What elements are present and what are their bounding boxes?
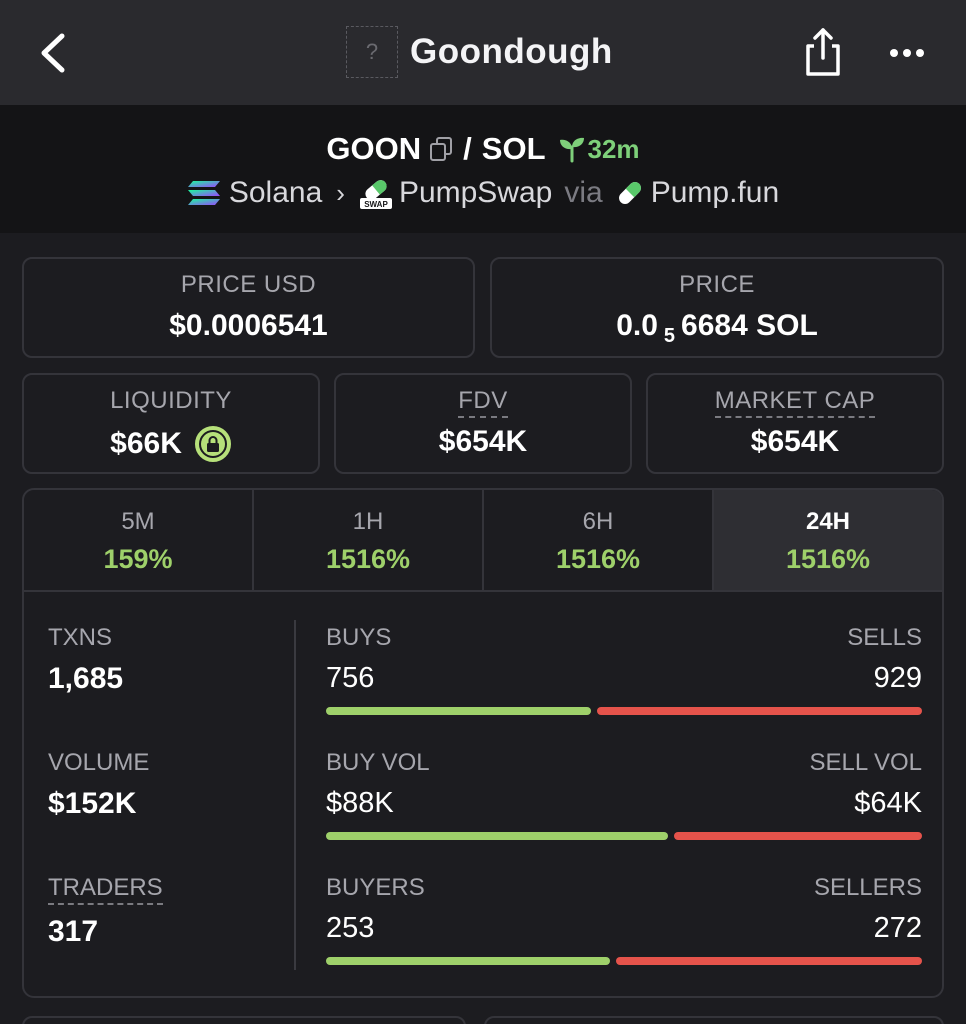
buy-vol-label: BUY VOL — [326, 749, 430, 776]
tab-change-value: 1516% — [325, 544, 411, 574]
price-sol-value: 0.0 5 6684 SOL — [492, 309, 942, 347]
liquidity-label: LIQUIDITY — [110, 387, 232, 414]
buy-vol-value: $88K — [326, 787, 394, 819]
back-icon — [41, 33, 65, 73]
tab-change-value: 1516% — [785, 544, 871, 574]
back-button[interactable] — [34, 30, 74, 76]
sell-bar — [596, 707, 922, 715]
title-wrap: ? Goondough — [346, 26, 613, 78]
fdv-card: FDV $654K — [334, 373, 632, 474]
pill-icon — [618, 182, 641, 204]
traders-metric: TRADERS 317 — [48, 874, 163, 949]
solana-icon — [187, 181, 220, 205]
next-card-edge — [484, 1016, 944, 1024]
volume-value: $152K — [48, 787, 137, 820]
txns-metric: TXNS 1,685 — [48, 624, 123, 696]
market-cap-value: $654K — [750, 425, 840, 458]
buy-bar — [326, 957, 611, 965]
price-usd-value: $0.0006541 — [169, 309, 328, 342]
price-usd-label: PRICE USD — [180, 271, 317, 298]
traders-label[interactable]: TRADERS — [48, 874, 163, 905]
token-icon: ? — [346, 26, 398, 78]
buyers-value: 253 — [326, 912, 375, 944]
tab-1h[interactable]: 1H 1516% — [254, 490, 484, 590]
sell-bar — [674, 832, 922, 840]
tab-24h[interactable]: 24H 1516% — [714, 490, 942, 590]
price-sol-zero-count: 5 — [663, 324, 676, 347]
chevron-right-icon: › — [336, 177, 345, 208]
lock-icon[interactable] — [194, 425, 232, 463]
volume-ratio: BUY VOL SELL VOL $88K $64K — [326, 749, 922, 840]
liquidity-value-row: $66K — [24, 425, 318, 463]
txns-value: 1,685 — [48, 662, 124, 695]
timeframe-tabs: 5M 159% 1H 1516% 6H 1516% 24H 1516% — [24, 490, 942, 592]
fdv-label[interactable]: FDV — [336, 387, 630, 418]
ratio-bar — [326, 957, 922, 965]
pair-row: GOON / SOL 32m — [0, 127, 966, 171]
traders-ratio: BUYERS SELLERS 253 272 — [326, 874, 922, 965]
buys-label: BUYS — [326, 624, 392, 651]
tab-change-value: 159% — [103, 544, 173, 574]
pair-separator: / — [463, 131, 472, 166]
tab-6h[interactable]: 6H 1516% — [484, 490, 714, 590]
traders-value: 317 — [48, 915, 99, 948]
column-divider — [294, 620, 296, 970]
price-sol-label: PRICE — [679, 271, 755, 298]
price-sol-card: PRICE 0.0 5 6684 SOL — [490, 257, 944, 358]
buy-bar — [326, 832, 669, 840]
page-title: Goondough — [410, 32, 613, 71]
tab-5m[interactable]: 5M 159% — [24, 490, 254, 590]
next-card-edge — [22, 1016, 466, 1024]
more-button[interactable] — [884, 36, 930, 70]
copy-icon[interactable] — [429, 136, 453, 162]
ratio-bar — [326, 832, 922, 840]
sells-value: 929 — [873, 662, 922, 694]
liquidity-card: LIQUIDITY $66K — [22, 373, 320, 474]
sellers-label: SELLERS — [813, 874, 922, 901]
more-icon — [890, 49, 898, 57]
liquidity-value: $66K — [110, 427, 182, 460]
buys-sells-ratio: BUYS SELLS 756 929 — [326, 624, 922, 715]
launchpad-name[interactable]: Pump.fun — [651, 176, 779, 210]
pair-base-symbol: GOON — [326, 131, 422, 166]
sell-bar — [616, 957, 922, 965]
sell-vol-label: SELL VOL — [809, 749, 922, 776]
top-app-bar: ? Goondough — [0, 0, 966, 105]
dex-name[interactable]: PumpSwap — [399, 176, 552, 210]
pair-age: 32m — [587, 133, 640, 164]
fdv-value: $654K — [438, 425, 528, 458]
buyers-label: BUYERS — [326, 874, 425, 901]
pumpswap-icon: SWAP — [359, 180, 392, 209]
chain-name[interactable]: Solana — [229, 176, 322, 210]
sells-label: SELLS — [847, 624, 922, 651]
sell-vol-value: $64K — [854, 787, 922, 819]
market-cap-label[interactable]: MARKET CAP — [648, 387, 942, 418]
pair-quote-symbol: SOL — [481, 131, 546, 166]
buys-value: 756 — [326, 662, 375, 694]
sellers-value: 272 — [873, 912, 922, 944]
price-sol-prefix: 0.0 — [616, 309, 658, 342]
ratio-bar — [326, 707, 922, 715]
sprout-icon — [559, 137, 584, 163]
price-usd-card: PRICE USD $0.0006541 — [22, 257, 475, 358]
stats-panel: 5M 159% 1H 1516% 6H 1516% 24H 1516% TXNS… — [22, 488, 944, 998]
tab-change-value: 1516% — [555, 544, 641, 574]
via-label: via — [564, 176, 603, 209]
buy-bar — [326, 707, 591, 715]
chain-row: Solana › SWAP PumpSwap via Pump.fun — [0, 173, 966, 213]
volume-label: VOLUME — [48, 749, 150, 776]
txns-label: TXNS — [48, 624, 113, 651]
svg-text:SWAP: SWAP — [364, 200, 388, 209]
share-button[interactable] — [800, 26, 846, 78]
pair-header: GOON / SOL 32m Solana › SWAP PumpSwap vi… — [0, 105, 966, 233]
price-sol-suffix: 6684 SOL — [681, 309, 818, 342]
volume-metric: VOLUME $152K — [48, 749, 149, 821]
share-icon — [806, 28, 840, 76]
market-cap-card: MARKET CAP $654K — [646, 373, 944, 474]
